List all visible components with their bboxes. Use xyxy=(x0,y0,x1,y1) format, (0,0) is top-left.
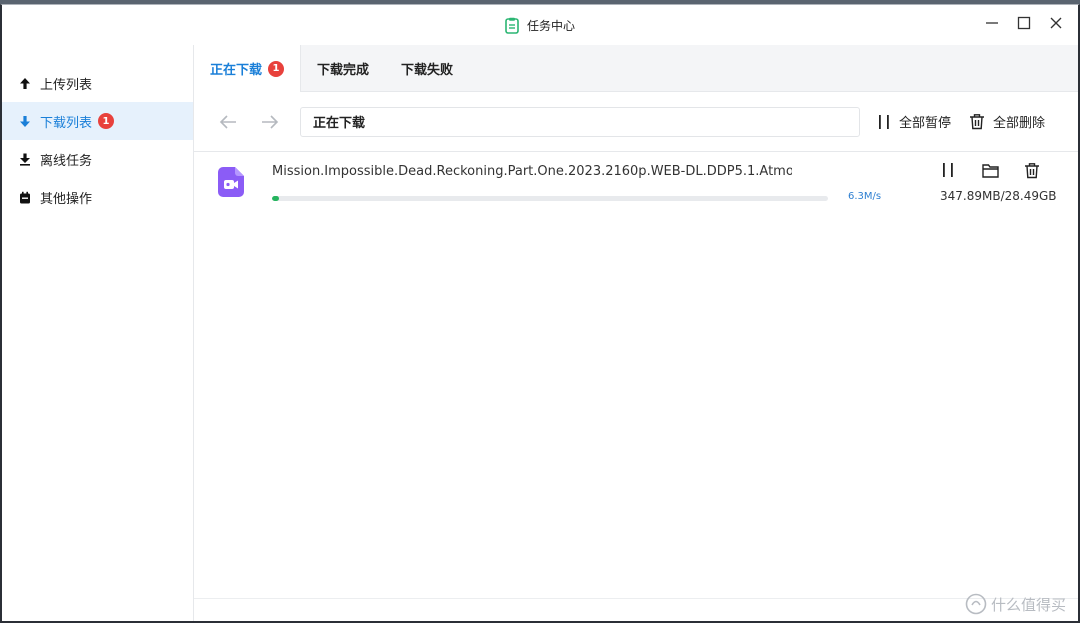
sidebar-item-label: 其他操作 xyxy=(40,191,93,207)
folder-icon xyxy=(981,163,999,178)
task-progress-fill xyxy=(272,196,279,201)
sidebar-item-label: 离线任务 xyxy=(40,153,93,169)
back-button[interactable] xyxy=(218,112,238,132)
smzdm-logo-icon xyxy=(965,593,987,615)
task-size: 347.89MB/28.49GB xyxy=(940,189,1057,203)
delete-all-label: 全部删除 xyxy=(993,116,1046,131)
task-progress-bar xyxy=(272,196,828,201)
downloading-count-badge: 1 xyxy=(268,60,285,77)
tab-label: 正在下载 xyxy=(210,63,263,78)
tab-label: 下载完成 xyxy=(317,62,370,78)
arrow-left-icon xyxy=(219,114,236,129)
trash-icon xyxy=(1025,162,1039,178)
task-speed: 6.3M/s xyxy=(848,191,882,202)
trash-icon xyxy=(970,114,985,130)
task-pause-button[interactable] xyxy=(939,161,957,179)
title-group: 任务中心 xyxy=(505,17,575,34)
window-controls xyxy=(984,15,1064,31)
path-field[interactable]: 正在下载 xyxy=(300,106,860,137)
task-delete-button[interactable] xyxy=(1023,161,1041,179)
sidebar-item-upload-list[interactable]: 上传列表 xyxy=(2,64,193,102)
pause-icon xyxy=(943,163,953,177)
tab-completed[interactable]: 下载完成 xyxy=(301,45,385,91)
calendar-icon xyxy=(18,190,32,204)
sidebar-item-other-operations[interactable]: 其他操作 xyxy=(2,178,193,216)
task-center-window: 任务中心 上传列表 下载列表 1 离线任务 其他操作 正在下载 1 下载完成 下… xyxy=(0,4,1080,623)
tab-downloading[interactable]: 正在下载 1 xyxy=(194,45,302,92)
maximize-icon xyxy=(1017,16,1031,30)
minimize-icon xyxy=(986,22,998,24)
minimize-button[interactable] xyxy=(984,15,1000,31)
main-panel: 正在下载 1 下载完成 下载失败 正在下载 全部暂停 全部删除 Mission.… xyxy=(194,45,1078,621)
close-icon xyxy=(1050,17,1062,29)
task-file-name: Mission.Impossible.Dead.Reckoning.Part.O… xyxy=(272,164,792,179)
video-file-icon xyxy=(218,167,244,197)
maximize-button[interactable] xyxy=(1016,15,1032,31)
footer-divider xyxy=(194,598,1078,599)
watermark-text: 什么值得买 xyxy=(990,595,1066,614)
toolbar: 正在下载 全部暂停 全部删除 xyxy=(194,92,1078,152)
sidebar-item-offline-tasks[interactable]: 离线任务 xyxy=(2,140,193,178)
offline-download-icon xyxy=(18,152,32,166)
sidebar-item-download-list[interactable]: 下载列表 1 xyxy=(2,102,193,140)
task-open-folder-button[interactable] xyxy=(981,161,999,179)
clipboard-icon xyxy=(505,17,519,34)
sidebar: 上传列表 下载列表 1 离线任务 其他操作 xyxy=(2,45,194,621)
arrow-right-icon xyxy=(262,114,279,129)
tab-bar: 正在下载 1 下载完成 下载失败 xyxy=(194,45,1078,92)
pause-all-button[interactable]: 全部暂停 xyxy=(877,112,951,131)
title-bar: 任务中心 xyxy=(2,5,1078,45)
tab-label: 下载失败 xyxy=(401,62,454,78)
task-actions xyxy=(939,161,1041,179)
forward-button[interactable] xyxy=(260,112,280,132)
close-button[interactable] xyxy=(1048,15,1064,31)
download-arrow-icon xyxy=(18,114,32,128)
download-task-row[interactable]: Mission.Impossible.Dead.Reckoning.Part.O… xyxy=(194,152,1078,226)
upload-arrow-icon xyxy=(18,76,32,90)
delete-all-button[interactable]: 全部删除 xyxy=(969,112,1045,131)
download-count-badge: 1 xyxy=(98,113,115,129)
tab-failed[interactable]: 下载失败 xyxy=(385,45,469,91)
sidebar-item-label: 上传列表 xyxy=(40,77,93,93)
pause-icon xyxy=(879,114,889,129)
sidebar-item-label: 下载列表 xyxy=(40,115,93,131)
pause-all-label: 全部暂停 xyxy=(899,116,952,131)
watermark: 什么值得买 xyxy=(965,593,1066,615)
window-title: 任务中心 xyxy=(526,18,575,33)
